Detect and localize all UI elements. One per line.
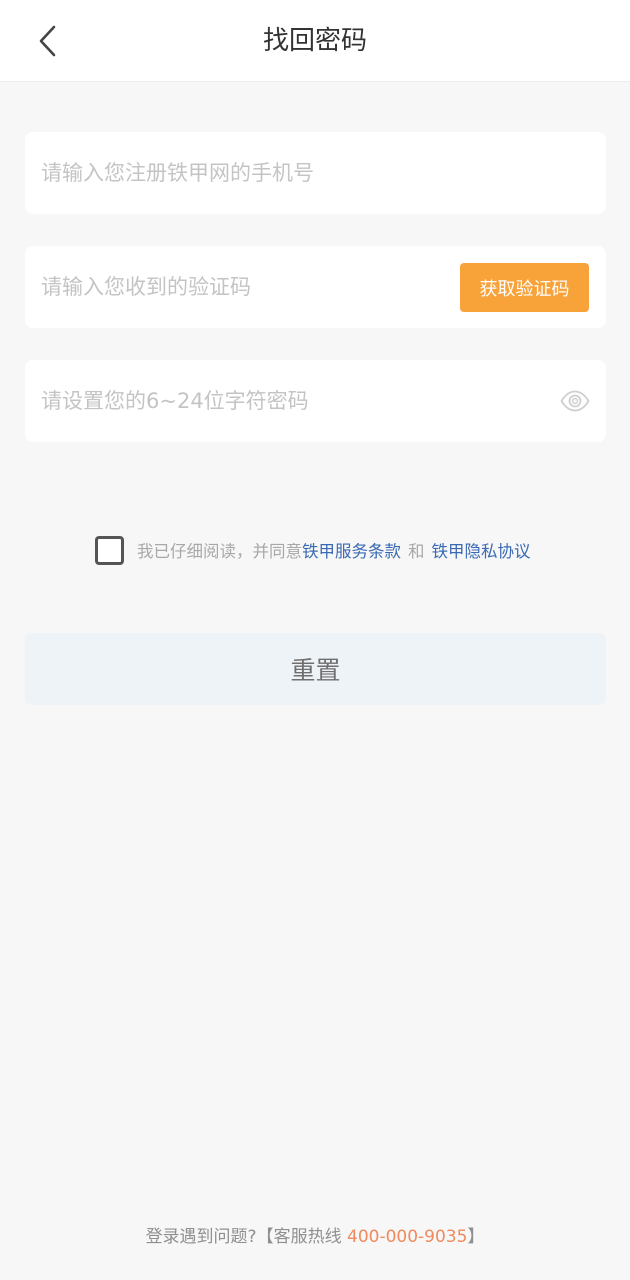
verification-code-input[interactable] bbox=[41, 246, 451, 328]
phone-input[interactable] bbox=[41, 132, 591, 214]
agreement-prefix: 我已仔细阅读，并同意 bbox=[137, 542, 302, 561]
agreement-checkbox[interactable] bbox=[95, 535, 124, 565]
forgot-password-page: 找回密码 获取验证码 我已仔细阅读，并同意 铁甲服务条款 和 铁甲隐私协议 重置… bbox=[0, 0, 630, 1280]
nav-header: 找回密码 bbox=[0, 0, 630, 82]
terms-link[interactable]: 铁甲服务条款 bbox=[302, 538, 401, 562]
reset-button[interactable]: 重置 bbox=[25, 633, 606, 705]
phone-field-container bbox=[25, 132, 606, 214]
support-footer: 登录遇到问题?【客服热线 400-000-9035】 bbox=[0, 1222, 630, 1250]
back-button[interactable] bbox=[24, 18, 70, 64]
eye-icon bbox=[560, 390, 590, 412]
code-field-container: 获取验证码 bbox=[25, 246, 606, 328]
privacy-link[interactable]: 铁甲隐私协议 bbox=[432, 538, 531, 562]
footer-suffix: 】 bbox=[467, 1227, 485, 1247]
password-input[interactable] bbox=[41, 360, 541, 442]
agreement-row: 我已仔细阅读，并同意 铁甲服务条款 和 铁甲隐私协议 bbox=[95, 535, 531, 565]
chevron-left-icon bbox=[39, 25, 56, 57]
password-visibility-toggle[interactable] bbox=[560, 387, 590, 415]
password-field-container bbox=[25, 360, 606, 442]
get-code-button[interactable]: 获取验证码 bbox=[460, 263, 589, 312]
agreement-and: 和 bbox=[408, 542, 425, 561]
footer-prefix: 登录遇到问题?【客服热线 bbox=[145, 1227, 347, 1247]
page-title: 找回密码 bbox=[262, 26, 367, 56]
hotline-link[interactable]: 400-000-9035 bbox=[347, 1227, 467, 1247]
